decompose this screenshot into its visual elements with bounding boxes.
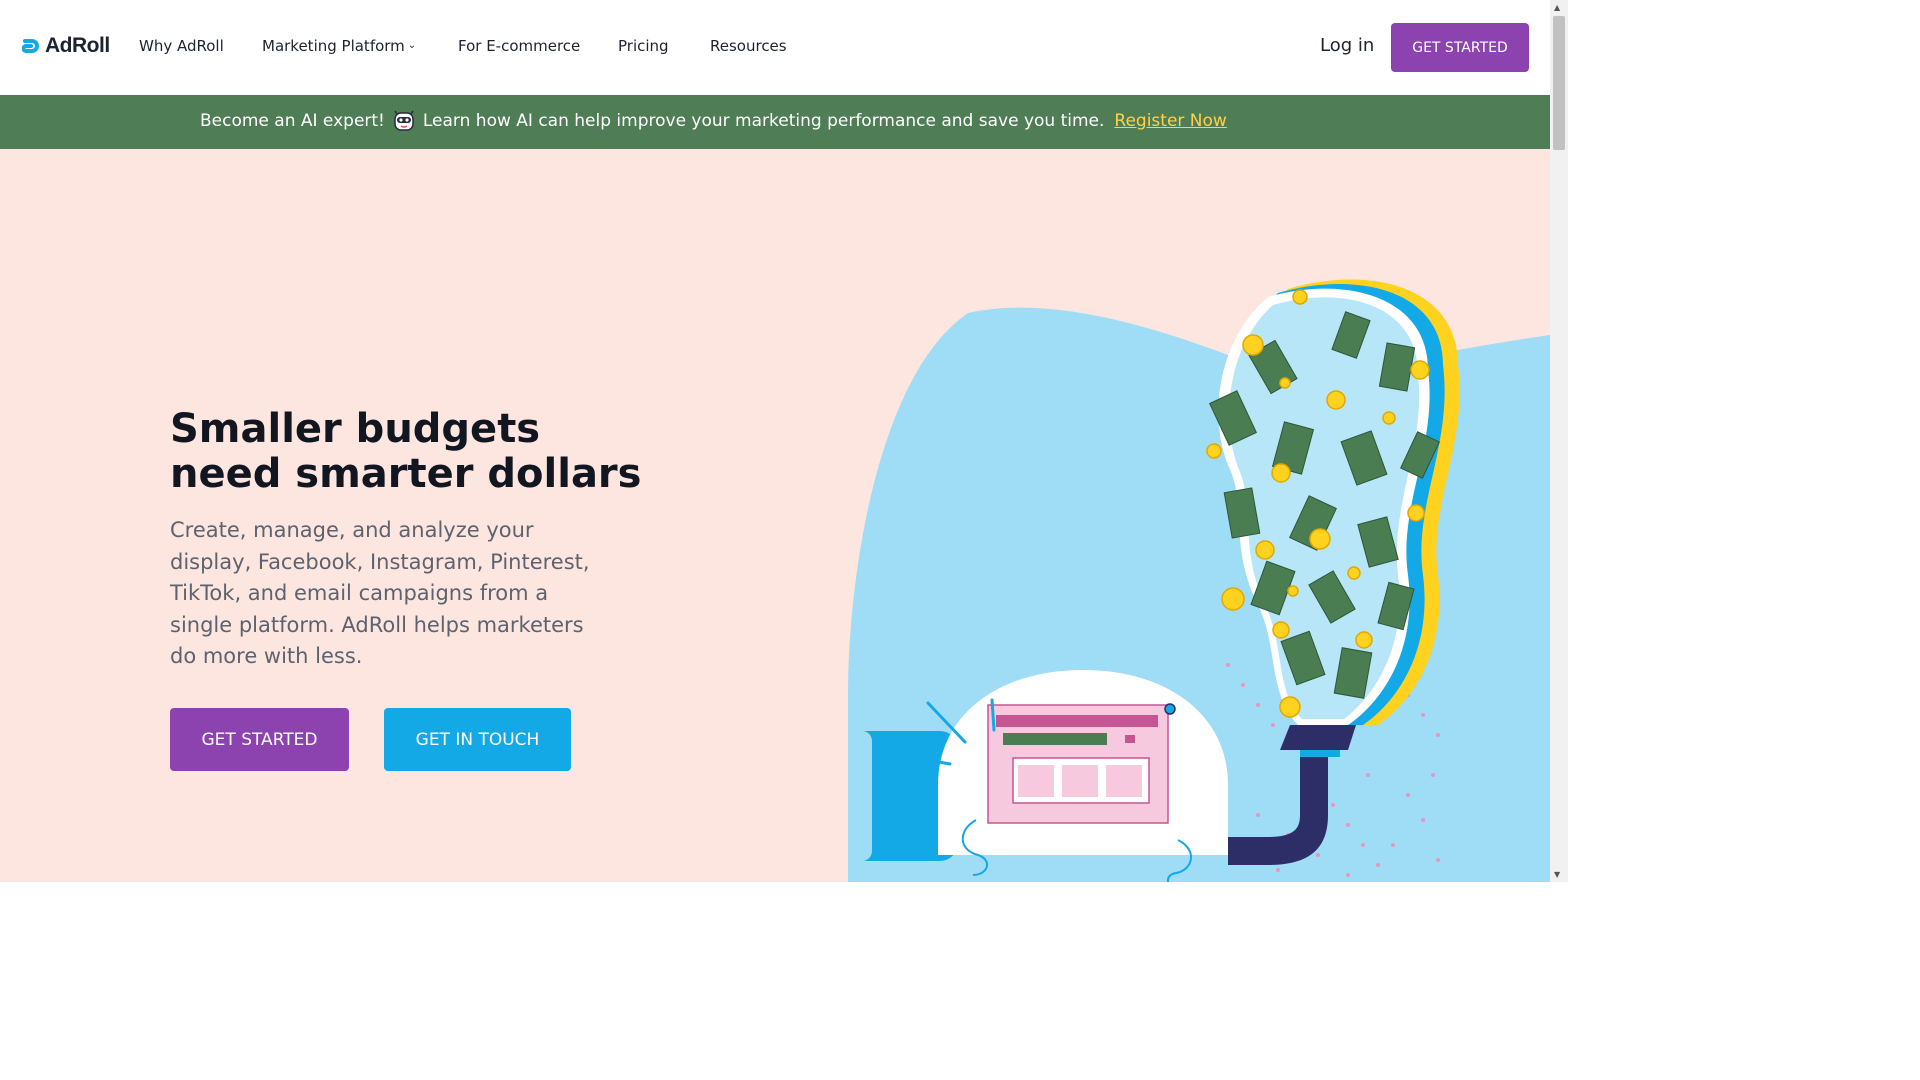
nav-for-ecommerce[interactable]: For E-commerce <box>458 37 580 55</box>
hero-title: Smaller budgets need smarter dollars <box>170 406 642 497</box>
nav-marketing-platform-label: Marketing Platform <box>262 37 405 55</box>
hero-get-in-touch-button[interactable]: GET IN TOUCH <box>384 708 571 771</box>
hero-section: Smaller budgets need smarter dollars Cre… <box>0 149 1550 882</box>
register-now-link[interactable]: Register Now <box>1114 111 1226 131</box>
hero-illustration <box>848 279 1550 882</box>
adroll-logo-icon <box>22 39 39 53</box>
robot-face-icon <box>394 110 414 131</box>
scrollbar-thumb[interactable] <box>1553 16 1565 150</box>
nav-pricing[interactable]: Pricing <box>618 37 669 55</box>
hero-get-started-button[interactable]: GET STARTED <box>170 708 349 771</box>
page-scrollbar[interactable]: ▲ ▼ <box>1550 0 1568 882</box>
adroll-logo[interactable]: AdRoll <box>22 34 110 58</box>
scroll-down-arrow-icon[interactable]: ▼ <box>1554 870 1560 879</box>
logo-wordmark: AdRoll <box>45 34 110 57</box>
nav-why-adroll[interactable]: Why AdRoll <box>139 37 224 55</box>
login-link[interactable]: Log in <box>1320 35 1374 56</box>
hero-description: Create, manage, and analyze your display… <box>170 518 590 668</box>
nav-get-started-button[interactable]: GET STARTED <box>1391 23 1529 72</box>
banner-text-intro: Become an AI expert! <box>200 111 385 131</box>
chevron-down-icon: ⌄ <box>407 40 417 51</box>
promo-banner: Become an AI expert! Learn how AI can he… <box>0 95 1550 149</box>
scroll-up-arrow-icon[interactable]: ▲ <box>1554 3 1560 12</box>
nav-marketing-platform[interactable]: Marketing Platform ⌄ <box>262 37 416 55</box>
banner-text-message: Learn how AI can help improve your marke… <box>422 111 1105 131</box>
top-nav: AdRoll Why AdRoll Marketing Platform ⌄ Fo… <box>0 0 1550 95</box>
nav-resources[interactable]: Resources <box>710 37 787 55</box>
